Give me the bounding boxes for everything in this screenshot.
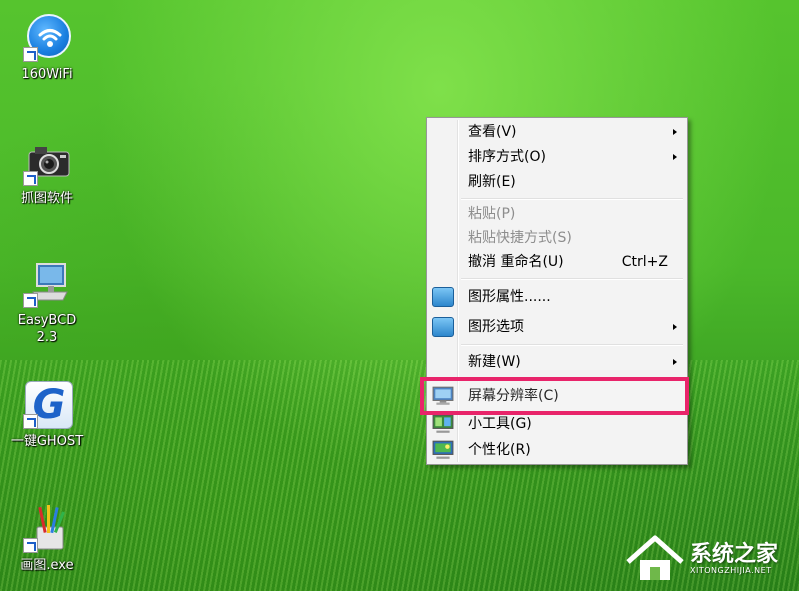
desktop-icon-paint[interactable]: 画图.exe — [7, 505, 87, 574]
menu-item-personalize[interactable]: 个性化(R) — [429, 438, 685, 462]
label-line-1: EasyBCD — [17, 313, 77, 328]
watermark-logo: 系统之家 XITONGZHIJIA.NET — [624, 530, 799, 591]
menu-item-refresh[interactable]: 刷新(E) — [429, 170, 685, 194]
menu-item-label: 图形属性...... — [468, 289, 551, 305]
menu-item-label: 刷新(E) — [468, 174, 516, 190]
gadgets-icon — [432, 414, 454, 433]
watermark-title: 系统之家 — [690, 542, 779, 567]
menu-item-paste-shortcut: 粘贴快捷方式(S) — [429, 226, 685, 250]
personalize-icon — [432, 440, 454, 459]
menu-item-view[interactable]: 查看(V) — [429, 120, 685, 144]
submenu-arrow-icon — [673, 359, 677, 365]
menu-item-graphics-properties[interactable]: 图形属性...... — [429, 285, 685, 309]
menu-item-new[interactable]: 新建(W) — [429, 350, 685, 374]
menu-item-label: 个性化(R) — [468, 442, 531, 458]
desktop-icon-label: 画图.exe — [20, 558, 74, 573]
submenu-arrow-icon — [673, 154, 677, 160]
annotation-highlight-box — [420, 377, 689, 415]
menu-item-graphics-options[interactable]: 图形选项 — [429, 315, 685, 339]
menu-item-paste: 粘贴(P) — [429, 202, 685, 226]
menu-item-label: 查看(V) — [468, 124, 517, 140]
menu-item-undo-rename[interactable]: 撤消 重命名(U) Ctrl+Z — [429, 250, 685, 274]
graphics-icon — [432, 287, 454, 307]
menu-item-label: 排序方式(O) — [468, 149, 546, 165]
menu-item-gadgets[interactable]: 小工具(G) — [429, 412, 685, 436]
menu-item-label: 新建(W) — [468, 354, 521, 370]
desktop-icon-label: 一键GHOST — [10, 434, 84, 449]
label-line-2: 2.3 — [36, 330, 58, 345]
shortcut-arrow-icon — [23, 293, 38, 308]
menu-separator — [461, 278, 683, 280]
watermark-subtitle: XITONGZHIJIA.NET — [690, 566, 772, 575]
menu-item-sort-by[interactable]: 排序方式(O) — [429, 145, 685, 169]
menu-separator — [461, 198, 683, 200]
menu-item-shortcut: Ctrl+Z — [621, 254, 668, 270]
shortcut-arrow-icon — [23, 414, 38, 429]
graphics-icon — [432, 317, 454, 337]
menu-item-label: 粘贴快捷方式(S) — [468, 230, 572, 246]
desktop-icon-160wifi[interactable]: 160WiFi — [7, 14, 87, 83]
desktop-icon-label: 160WiFi — [21, 67, 73, 82]
desktop-background: 160WiFi 抓图软件 EasyBCD 2.3 G 一键GHOST 画图.ex… — [0, 0, 799, 591]
shortcut-arrow-icon — [23, 171, 38, 186]
menu-separator — [461, 344, 683, 346]
submenu-arrow-icon — [673, 129, 677, 135]
menu-item-label: 小工具(G) — [468, 416, 532, 432]
menu-item-label: 粘贴(P) — [468, 206, 516, 222]
menu-item-label: 撤消 重命名(U) — [468, 254, 564, 270]
shortcut-arrow-icon — [23, 47, 38, 62]
desktop-icon-screenshot-tool[interactable]: 抓图软件 — [7, 138, 87, 207]
desktop-icon-label: 抓图软件 — [20, 191, 73, 206]
shortcut-arrow-icon — [23, 538, 38, 553]
desktop-icon-easybcd[interactable]: EasyBCD 2.3 — [7, 260, 87, 346]
desktop-icon-onekey-ghost[interactable]: G 一键GHOST — [7, 381, 87, 450]
menu-item-label: 图形选项 — [468, 319, 524, 335]
submenu-arrow-icon — [673, 324, 677, 330]
desktop-icon-label: EasyBCD 2.3 — [7, 312, 87, 346]
house-logo-icon — [626, 535, 684, 580]
